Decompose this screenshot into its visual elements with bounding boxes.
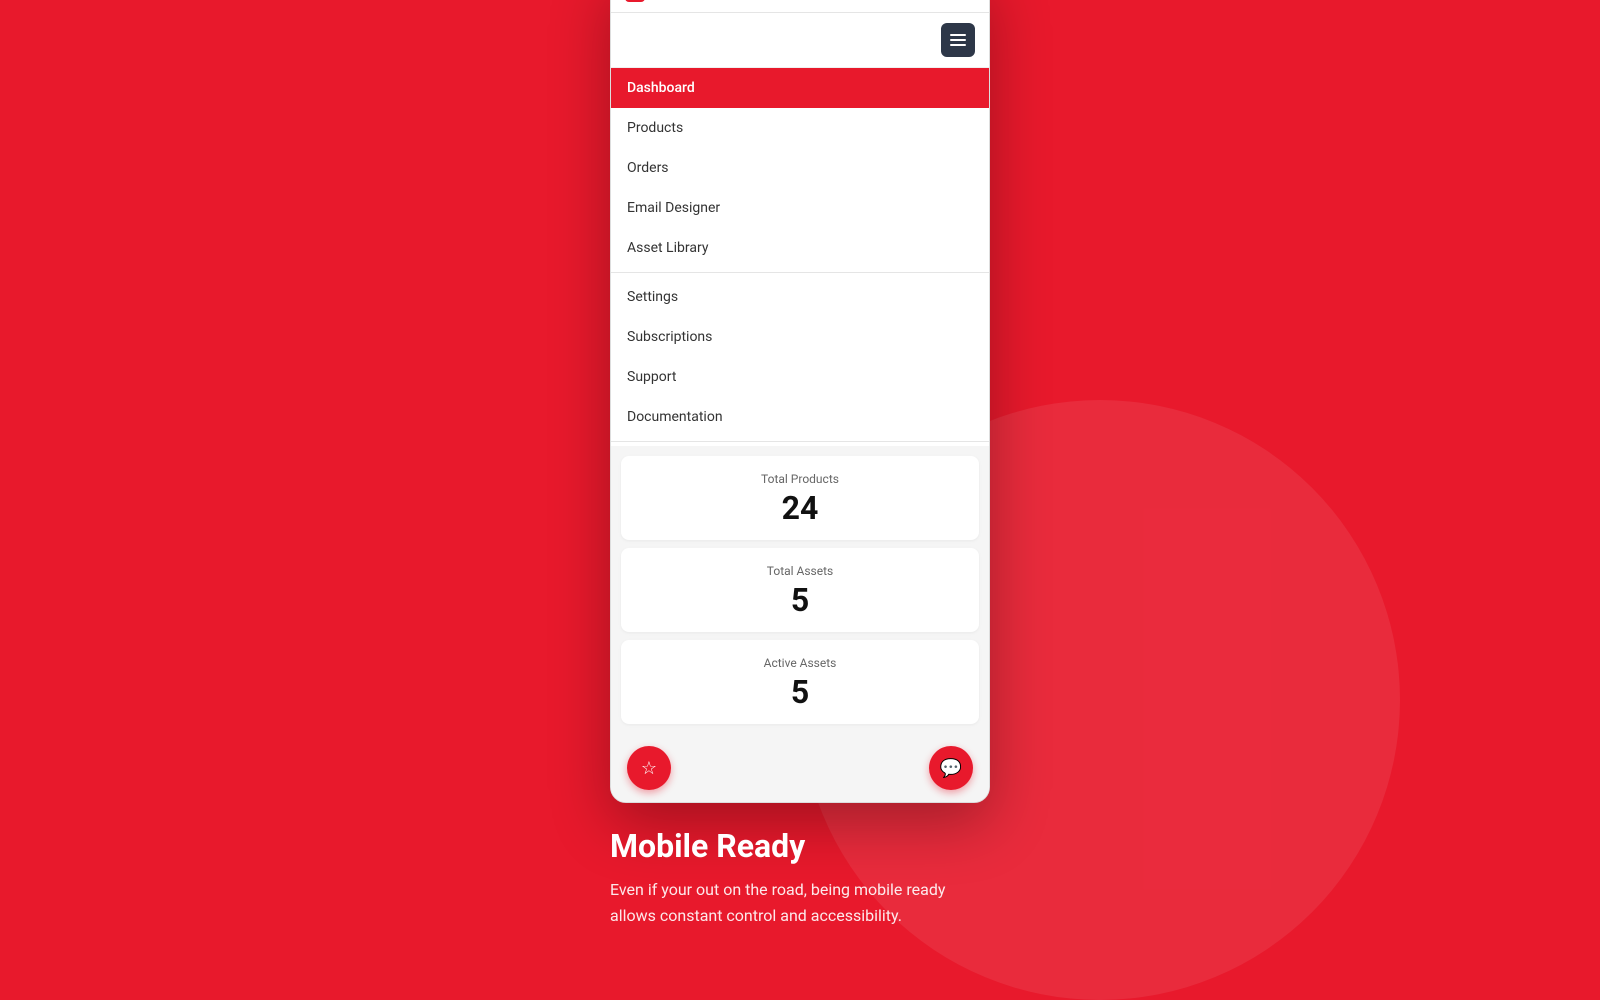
stat-card-total-assets: Total Assets 5	[621, 548, 979, 632]
more-options-icon[interactable]: ···	[959, 0, 975, 2]
stat-card-active-assets: Active Assets 5	[621, 640, 979, 724]
menu-bar	[611, 13, 989, 68]
page-wrapper: a AnyAsset - Digital Downloads 📌 ···	[610, 0, 990, 929]
nav-item-orders[interactable]: Orders	[611, 148, 989, 188]
fab-star-button[interactable]: ☆	[627, 746, 671, 790]
phone-frame: a AnyAsset - Digital Downloads 📌 ···	[610, 0, 990, 803]
nav-item-products[interactable]: Products	[611, 108, 989, 148]
stat-label-total-products: Total Products	[637, 472, 963, 486]
nav-item-asset-library[interactable]: Asset Library	[611, 228, 989, 268]
nav-item-email-designer[interactable]: Email Designer	[611, 188, 989, 228]
nav-item-support[interactable]: Support	[611, 357, 989, 397]
menu-button[interactable]	[941, 23, 975, 57]
nav-divider	[611, 272, 989, 273]
promo-heading: Mobile Ready	[610, 827, 990, 865]
nav-item-settings[interactable]: Settings	[611, 277, 989, 317]
stat-label-total-assets: Total Assets	[637, 564, 963, 578]
star-icon: ☆	[641, 758, 657, 779]
app-content: Dashboard Products Orders Email Designer…	[611, 13, 989, 802]
fab-chat-button[interactable]: 💬	[929, 746, 973, 790]
nav-divider-2	[611, 441, 989, 442]
promo-body: Even if your out on the road, being mobi…	[610, 877, 990, 928]
nav-item-subscriptions[interactable]: Subscriptions	[611, 317, 989, 357]
stats-section: Total Products 24 Total Assets 5 Active …	[611, 446, 989, 734]
stat-value-total-products: 24	[637, 492, 963, 524]
app-logo: a	[625, 0, 645, 2]
stat-label-active-assets: Active Assets	[637, 656, 963, 670]
promo-section: Mobile Ready Even if your out on the roa…	[610, 827, 990, 928]
stat-card-total-products: Total Products 24	[621, 456, 979, 540]
browser-bar: a AnyAsset - Digital Downloads 📌 ···	[611, 0, 989, 13]
stat-value-total-assets: 5	[637, 584, 963, 616]
nav-item-dashboard[interactable]: Dashboard	[611, 68, 989, 108]
stat-value-active-assets: 5	[637, 676, 963, 708]
nav-item-documentation[interactable]: Documentation	[611, 397, 989, 437]
bottom-bar: ☆ 💬	[611, 734, 989, 802]
chat-icon: 💬	[940, 758, 962, 779]
hamburger-icon	[950, 34, 966, 46]
nav-section: Dashboard Products Orders Email Designer…	[611, 68, 989, 442]
